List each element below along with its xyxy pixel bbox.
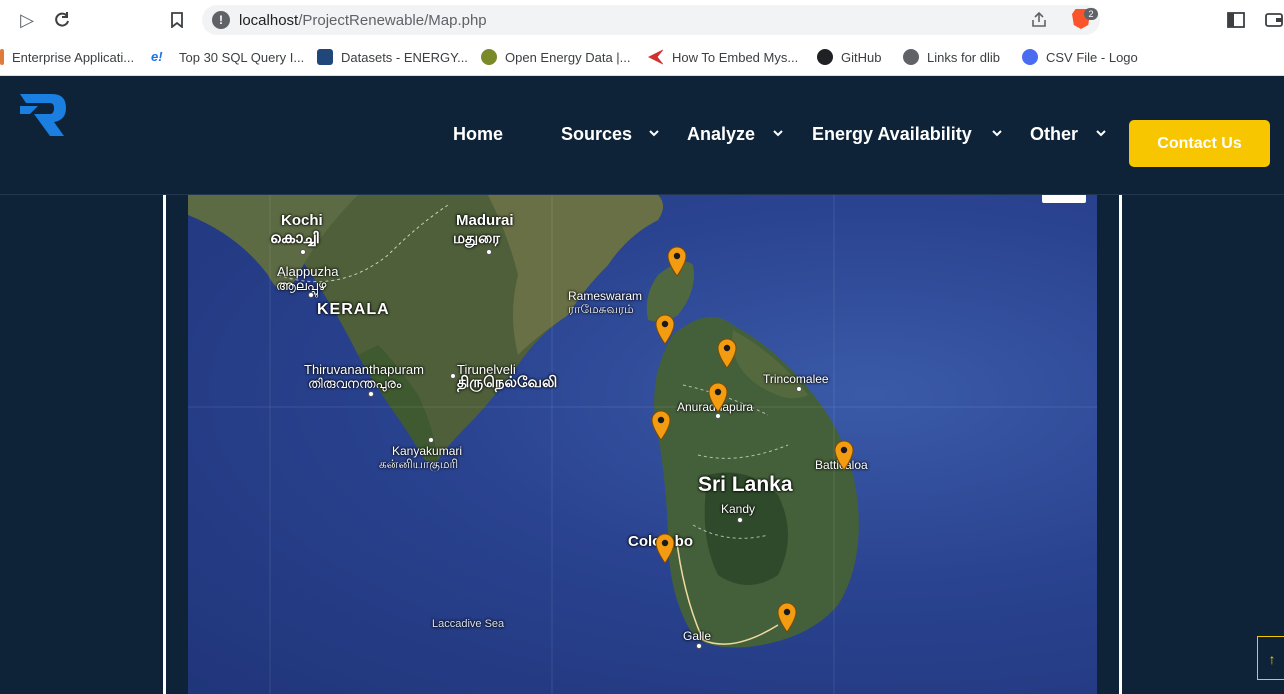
city-dot — [486, 249, 492, 255]
map-marker-icon[interactable] — [650, 409, 672, 441]
map-label-rameswaram-ta: ராமேசுவரம் — [568, 302, 634, 316]
datasets-favicon-icon — [317, 49, 333, 65]
sidebar-icon[interactable] — [1224, 8, 1248, 32]
bookmark-favicon-icon — [0, 49, 4, 65]
city-dot — [368, 391, 374, 397]
bookmark-open-energy[interactable]: Open Energy Data |... — [481, 49, 631, 65]
map-marker-icon[interactable] — [654, 313, 676, 345]
nav-other[interactable]: Other — [1030, 124, 1078, 145]
address-bar[interactable]: ! localhost/ProjectRenewable/Map.php — [202, 5, 1100, 35]
city-dot — [428, 437, 434, 443]
globe-icon — [903, 49, 919, 65]
city-dot — [696, 643, 702, 649]
brave-badge: 2 — [1084, 8, 1098, 20]
map-marker-icon[interactable] — [707, 381, 729, 413]
open-energy-favicon-icon — [481, 49, 497, 65]
map[interactable]: Kochi കൊച്ചി Madurai மதுரை Alappuzha ആലപ… — [188, 195, 1097, 694]
github-icon — [817, 49, 833, 65]
city-dot — [300, 249, 306, 255]
bookmark-sql[interactable]: e! Top 30 SQL Query I... — [151, 49, 304, 65]
map-label-kanyakumari: Kanyakumari — [392, 444, 463, 458]
nav-home[interactable]: Home — [453, 124, 503, 145]
chevron-down-icon[interactable] — [992, 128, 1002, 138]
share-icon[interactable] — [1030, 11, 1048, 29]
map-label-madurai: Madurai — [456, 212, 514, 229]
map-marker-icon[interactable] — [776, 601, 798, 633]
map-marker-icon[interactable] — [716, 337, 738, 369]
map-label-kanyakumari-ta: கன்னியாகுமரி — [379, 457, 459, 471]
nav-analyze[interactable]: Analyze — [687, 124, 755, 145]
bookmark-datasets[interactable]: Datasets - ENERGY... — [317, 49, 468, 65]
map-label-trincomalee: Trincomalee — [763, 372, 829, 386]
city-dot — [796, 386, 802, 392]
reload-icon[interactable] — [50, 8, 74, 32]
map-label-alappuzha-ml: ആലപ്പുഴ — [276, 278, 327, 293]
bookmark-csv[interactable]: CSV File - Logo — [1022, 49, 1138, 65]
map-label-laccadive-sea: Laccadive Sea — [432, 618, 505, 630]
chevron-down-icon[interactable] — [1096, 128, 1106, 138]
city-dot — [737, 517, 743, 523]
map-label-rameswaram: Rameswaram — [568, 289, 643, 303]
browser-toolbar: ▷ ! localhost/ProjectRenewable/Map.php 2 — [0, 0, 1284, 40]
url-text: localhost/ProjectRenewable/Map.php — [239, 12, 487, 29]
info-icon[interactable]: ! — [212, 11, 230, 29]
map-label-kochi-ml: കൊച്ചി — [270, 230, 319, 247]
map-label-thiruvananthapuram: Thiruvananthapuram — [304, 362, 424, 377]
map-label-galle: Galle — [683, 629, 712, 643]
city-dot — [715, 413, 721, 419]
map-label-thiruvananthapuram-ml: തിരുവനന്തപുരം — [308, 376, 402, 391]
bookmarks-bar: Enterprise Applicati... e! Top 30 SQL Que… — [0, 40, 1284, 76]
map-marker-icon[interactable] — [666, 245, 688, 277]
map-label-madurai-ta: மதுரை — [453, 230, 501, 247]
map-label-kerala: KERALA — [317, 301, 390, 318]
map-label-tirunelveli-ta: திருநெல்வேலி — [457, 374, 558, 391]
wallet-icon[interactable] — [1262, 8, 1284, 32]
forward-icon[interactable]: ▷ — [15, 8, 39, 32]
map-label-kandy: Kandy — [721, 502, 756, 516]
city-dot — [450, 373, 456, 379]
chevron-down-icon[interactable] — [649, 128, 659, 138]
bookmark-github[interactable]: GitHub — [817, 49, 881, 65]
embed-favicon-icon — [648, 49, 664, 65]
nav-energy-availability[interactable]: Energy Availability — [812, 124, 972, 145]
site-header: Home Sources Analyze Energy Availability… — [0, 76, 1284, 195]
scroll-to-top-button[interactable]: ↑ — [1257, 636, 1284, 680]
city-dot — [308, 292, 314, 298]
bookmark-dlib[interactable]: Links for dlib — [903, 49, 1000, 65]
bookmark-icon[interactable] — [165, 8, 189, 32]
chevron-down-icon[interactable] — [773, 128, 783, 138]
map-fullscreen-control[interactable] — [1042, 195, 1086, 203]
bookmark-enterprise[interactable]: Enterprise Applicati... — [0, 49, 134, 65]
bookmark-embed[interactable]: How To Embed Mys... — [648, 49, 798, 65]
map-marker-icon[interactable] — [654, 532, 676, 564]
e-favicon-icon: e! — [151, 49, 163, 64]
nav-sources[interactable]: Sources — [561, 124, 632, 145]
map-label-kochi: Kochi — [281, 212, 323, 229]
map-label-alappuzha: Alappuzha — [277, 264, 339, 279]
csv-favicon-icon — [1022, 49, 1038, 65]
map-label-sri-lanka: Sri Lanka — [698, 473, 793, 496]
map-marker-icon[interactable] — [833, 439, 855, 471]
logo-icon[interactable] — [18, 92, 68, 138]
contact-us-button[interactable]: Contact Us — [1129, 120, 1270, 167]
